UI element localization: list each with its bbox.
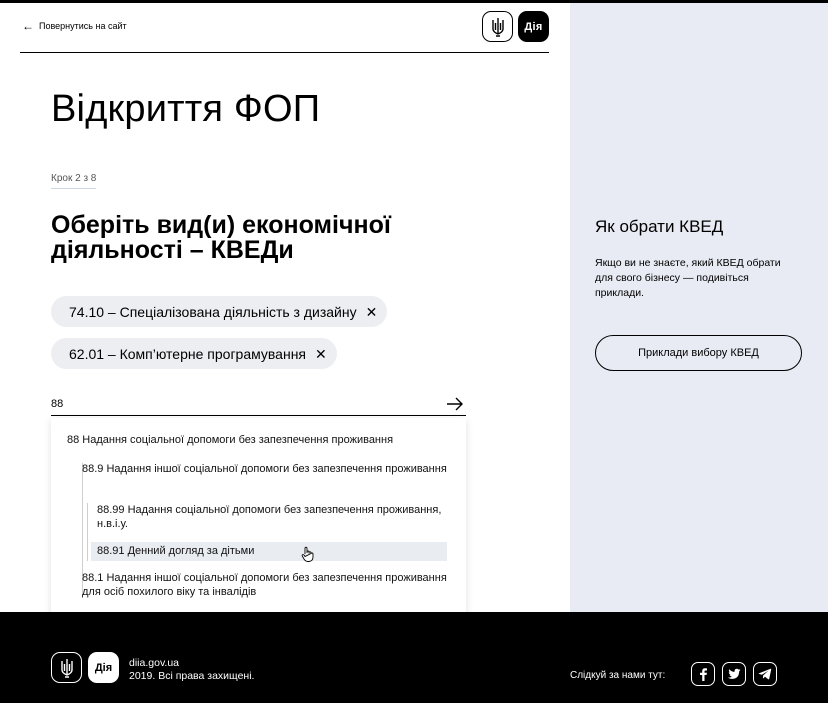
help-title: Як обрати КВЕД (595, 217, 724, 236)
chip-label: 62.01 – Комп’ютерне програмування (69, 345, 307, 362)
hand-cursor-icon (301, 546, 314, 562)
telegram-icon[interactable] (753, 662, 777, 686)
header-logos: Дія (482, 11, 549, 42)
twitter-icon[interactable] (722, 662, 746, 686)
back-link-label: Повернутись на сайт (39, 21, 127, 31)
trident-logo-icon[interactable] (51, 652, 82, 683)
chip-label: 74.10 – Спеціалізована діяльність з диза… (69, 303, 357, 320)
arrow-right-icon[interactable] (446, 395, 464, 413)
suggestion-item-highlighted[interactable]: 88.91 Денний догляд за дітьми (91, 542, 447, 561)
kved-suggestions-dropdown: 88 Надання соціальної допомоги без запез… (51, 418, 466, 620)
trident-logo-icon[interactable] (482, 11, 513, 42)
suggestion-item[interactable]: 88 Надання соціальної допомоги без запез… (67, 433, 393, 447)
selected-kved-chip: 74.10 – Спеціалізована діяльність з диза… (51, 296, 388, 327)
diia-logo[interactable]: Дія (518, 11, 549, 42)
help-panel: Як обрати КВЕД Якщо ви не знаєте, який К… (570, 3, 828, 612)
suggestion-item[interactable]: 88.99 Надання соціальної допомоги без за… (97, 503, 447, 531)
facebook-icon[interactable] (691, 662, 715, 686)
step-question: Оберіть вид(и) економічної діяльності – … (51, 211, 391, 264)
back-to-site-link[interactable]: ← Повернутись на сайт (22, 20, 127, 32)
page-header: ← Повернутись на сайт Дія (20, 10, 549, 53)
help-text: Якщо ви не знаєте, який КВЕД обрати для … (595, 257, 781, 299)
selected-kved-chip: 62.01 – Комп’ютерне програмування ✕ (51, 338, 337, 369)
close-icon[interactable]: ✕ (315, 347, 327, 361)
footer-site-link[interactable]: diia.gov.ua (129, 657, 179, 669)
kved-search-input[interactable]: 88 (51, 393, 466, 416)
suggestion-item[interactable]: 88.9 Надання іншої соціальної допомоги б… (82, 462, 452, 476)
footer-logos: Дія (51, 652, 119, 683)
footer-follow-label: Слідкуй за нами тут: (570, 670, 666, 681)
close-icon[interactable]: ✕ (366, 305, 378, 319)
search-value: 88 (51, 398, 64, 410)
social-links (691, 662, 777, 686)
arrow-left-icon: ← (22, 19, 34, 33)
step-indicator: Крок 2 з 8 (51, 173, 97, 189)
diia-logo[interactable]: Дія (88, 652, 119, 683)
page-footer: Дія diia.gov.ua 2019. Всі права захищені… (0, 612, 828, 703)
page-title: Відкриття ФОП (51, 88, 321, 130)
suggestion-item[interactable]: 88.1 Надання іншої соціальної допомоги б… (82, 571, 452, 599)
kved-examples-button[interactable]: Приклади вибору КВЕД (595, 335, 802, 371)
footer-copyright: 2019. Всі права захищені. (129, 670, 255, 682)
tree-line (87, 503, 88, 561)
